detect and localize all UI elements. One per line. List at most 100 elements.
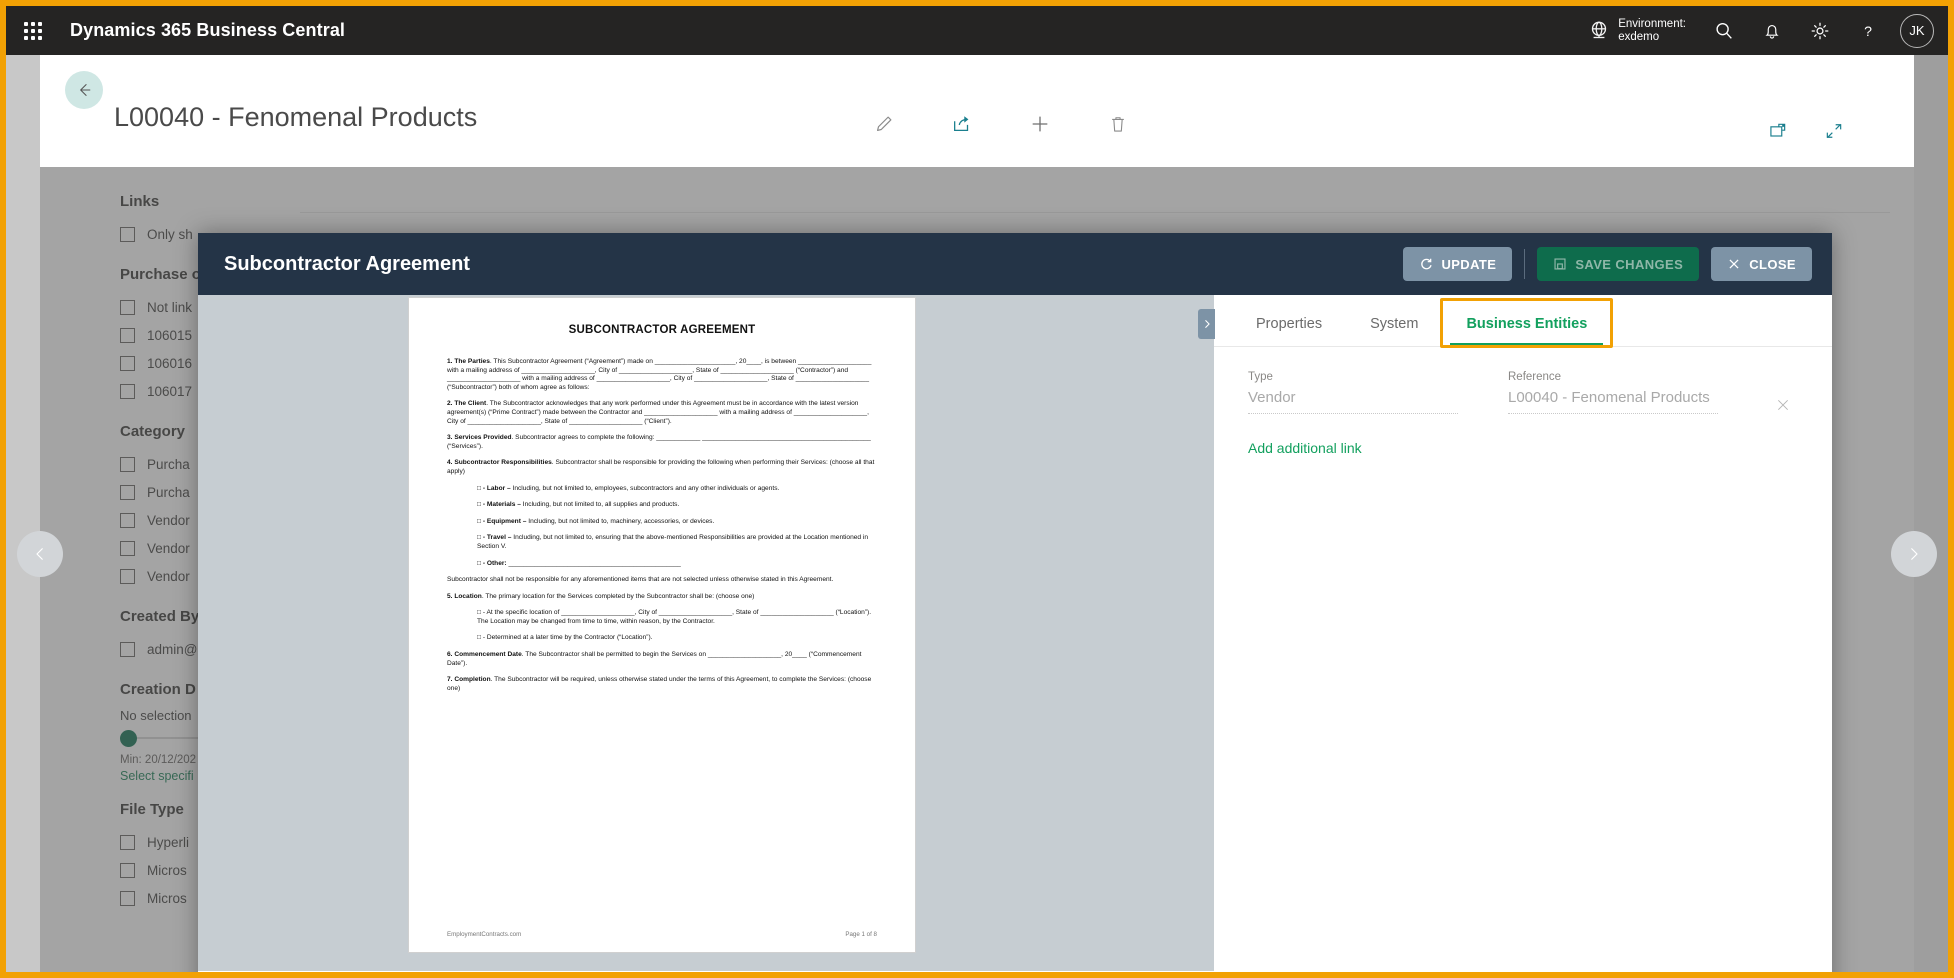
collapse-diagonal-icon bbox=[1823, 121, 1845, 141]
share-icon bbox=[950, 113, 974, 135]
app-launcher-button[interactable] bbox=[6, 6, 60, 55]
waffle-icon bbox=[24, 22, 42, 40]
paragraph-heading: □ - Equipment – bbox=[477, 518, 526, 525]
chevron-right-icon bbox=[1905, 545, 1923, 563]
tab-properties[interactable]: Properties bbox=[1232, 302, 1346, 346]
remove-link-button[interactable] bbox=[1768, 397, 1798, 413]
update-button[interactable]: UPDATE bbox=[1403, 247, 1512, 281]
modal-title: Subcontractor Agreement bbox=[224, 253, 470, 276]
notifications-button[interactable] bbox=[1748, 6, 1796, 55]
plus-icon bbox=[1029, 113, 1051, 135]
paragraph-heading: 3. Services Provided bbox=[447, 434, 512, 441]
document-body: 1. The Parties. This Subcontractor Agree… bbox=[447, 358, 877, 693]
document-page: SUBCONTRACTOR AGREEMENT 1. The Parties. … bbox=[408, 297, 916, 953]
paragraph-heading: □ - Materials – bbox=[477, 501, 521, 508]
tab-label: Business Entities bbox=[1466, 316, 1587, 332]
tab-system[interactable]: System bbox=[1346, 302, 1442, 346]
document-viewer: SUBCONTRACTOR AGREEMENT 1. The Parties. … bbox=[198, 295, 1214, 978]
paragraph-heading: □ - Labor – bbox=[477, 485, 511, 492]
share-button[interactable] bbox=[948, 110, 976, 138]
collapse-button[interactable] bbox=[1820, 117, 1848, 145]
document-paragraph: □ - Travel – Including, but not limited … bbox=[477, 534, 877, 551]
action-divider bbox=[1524, 249, 1525, 279]
document-paragraph: 4. Subcontractor Responsibilities. Subco… bbox=[447, 459, 877, 476]
reference-field[interactable]: Reference L00040 - Fenomenal Products bbox=[1508, 371, 1718, 414]
avatar[interactable]: JK bbox=[1900, 14, 1934, 48]
search-icon bbox=[1713, 20, 1735, 42]
document-paragraph: 5. Location. The primary location for th… bbox=[447, 593, 877, 602]
edit-button[interactable] bbox=[870, 110, 898, 138]
type-field[interactable]: Type Vendor bbox=[1248, 371, 1458, 414]
field-underline bbox=[1508, 413, 1718, 414]
paragraph-heading: □ bbox=[477, 609, 481, 616]
refresh-icon bbox=[1419, 257, 1433, 271]
save-changes-button[interactable]: SAVE CHANGES bbox=[1537, 247, 1699, 281]
tab-bar: Properties System Business Entities bbox=[1214, 295, 1832, 347]
open-in-new-window-button[interactable] bbox=[1764, 117, 1792, 145]
document-paragraph: 3. Services Provided. Subcontractor agre… bbox=[447, 434, 877, 451]
business-entities-form: Type Vendor Reference L00040 - Fenomenal… bbox=[1214, 347, 1832, 414]
left-rail bbox=[6, 55, 40, 978]
page-surface: L00040 - Fenomenal Products bbox=[6, 55, 1948, 978]
document-paragraph: □ - Materials – Including, but not limit… bbox=[477, 501, 877, 510]
document-modal: Subcontractor Agreement UPDATE bbox=[198, 233, 1832, 978]
document-paragraph: □ - Other: _____________________________… bbox=[477, 560, 877, 569]
page-header: L00040 - Fenomenal Products bbox=[40, 55, 1914, 167]
expand-viewer-tab[interactable] bbox=[1198, 309, 1215, 339]
top-navigation-bar: Dynamics 365 Business Central Environmen… bbox=[6, 6, 1948, 55]
document-paragraph: □ - Labor – Including, but not limited t… bbox=[477, 485, 877, 494]
new-button[interactable] bbox=[1026, 110, 1054, 138]
document-heading: SUBCONTRACTOR AGREEMENT bbox=[447, 324, 877, 336]
search-button[interactable] bbox=[1700, 6, 1748, 55]
field-underline bbox=[1248, 413, 1458, 414]
document-paragraph: 7. Completion. The Subcontractor will be… bbox=[447, 676, 877, 693]
app-title: Dynamics 365 Business Central bbox=[70, 20, 345, 41]
paragraph-heading: 7. Completion bbox=[447, 676, 491, 683]
pencil-icon bbox=[873, 113, 895, 135]
trash-icon bbox=[1108, 113, 1128, 135]
right-rail bbox=[1914, 55, 1948, 978]
avatar-initials: JK bbox=[1909, 23, 1924, 38]
top-nav-right-group: Environment: exdemo bbox=[1586, 6, 1948, 55]
paragraph-heading: □ - Travel – bbox=[477, 534, 511, 541]
close-modal-button-label: CLOSE bbox=[1749, 257, 1796, 272]
document-paragraph: □ - Determined at a later time by the Co… bbox=[477, 634, 877, 643]
previous-record-button[interactable] bbox=[17, 531, 63, 577]
modal-body: SUBCONTRACTOR AGREEMENT 1. The Parties. … bbox=[198, 295, 1832, 978]
modal-actions: UPDATE SAVE CHANGES CLOS bbox=[1403, 247, 1812, 281]
command-bar bbox=[870, 110, 1132, 138]
save-disk-icon bbox=[1553, 257, 1567, 271]
paragraph-heading: 6. Commencement Date bbox=[447, 651, 522, 658]
chevron-left-icon bbox=[31, 545, 49, 563]
document-paragraph: □ - At the specific location of ________… bbox=[477, 609, 877, 626]
document-footer-right: Page 1 of 8 bbox=[845, 931, 877, 938]
reference-field-value: L00040 - Fenomenal Products bbox=[1508, 389, 1718, 413]
paragraph-heading: 2. The Client bbox=[447, 400, 486, 407]
close-modal-button[interactable]: CLOSE bbox=[1711, 247, 1812, 281]
tab-business-entities[interactable]: Business Entities bbox=[1442, 302, 1611, 346]
document-footer: EmploymentContracts.com Page 1 of 8 bbox=[447, 931, 877, 938]
environment-label: Environment: bbox=[1618, 18, 1686, 31]
x-icon bbox=[1727, 257, 1741, 271]
app-root: Dynamics 365 Business Central Environmen… bbox=[0, 0, 1954, 978]
properties-side-panel: Properties System Business Entities Type bbox=[1214, 295, 1832, 978]
modal-header: Subcontractor Agreement UPDATE bbox=[198, 233, 1832, 295]
document-footer-left: EmploymentContracts.com bbox=[447, 931, 521, 938]
help-button[interactable]: ? bbox=[1844, 6, 1892, 55]
page-title: L00040 - Fenomenal Products bbox=[114, 102, 477, 133]
chevron-right-icon bbox=[1202, 318, 1212, 330]
gear-icon bbox=[1809, 20, 1831, 42]
paragraph-heading: 5. Location bbox=[447, 593, 482, 600]
settings-button[interactable] bbox=[1796, 6, 1844, 55]
back-button[interactable] bbox=[65, 71, 103, 109]
paragraph-heading: □ - Other: bbox=[477, 560, 507, 567]
back-arrow-icon bbox=[74, 80, 94, 100]
environment-indicator[interactable]: Environment: exdemo bbox=[1586, 18, 1686, 44]
svg-text:?: ? bbox=[1864, 24, 1872, 40]
open-window-icon bbox=[1767, 121, 1789, 141]
add-additional-link-button[interactable]: Add additional link bbox=[1248, 440, 1832, 456]
delete-button[interactable] bbox=[1104, 110, 1132, 138]
x-icon bbox=[1775, 397, 1791, 413]
next-record-button[interactable] bbox=[1891, 531, 1937, 577]
environment-value: exdemo bbox=[1618, 31, 1686, 44]
